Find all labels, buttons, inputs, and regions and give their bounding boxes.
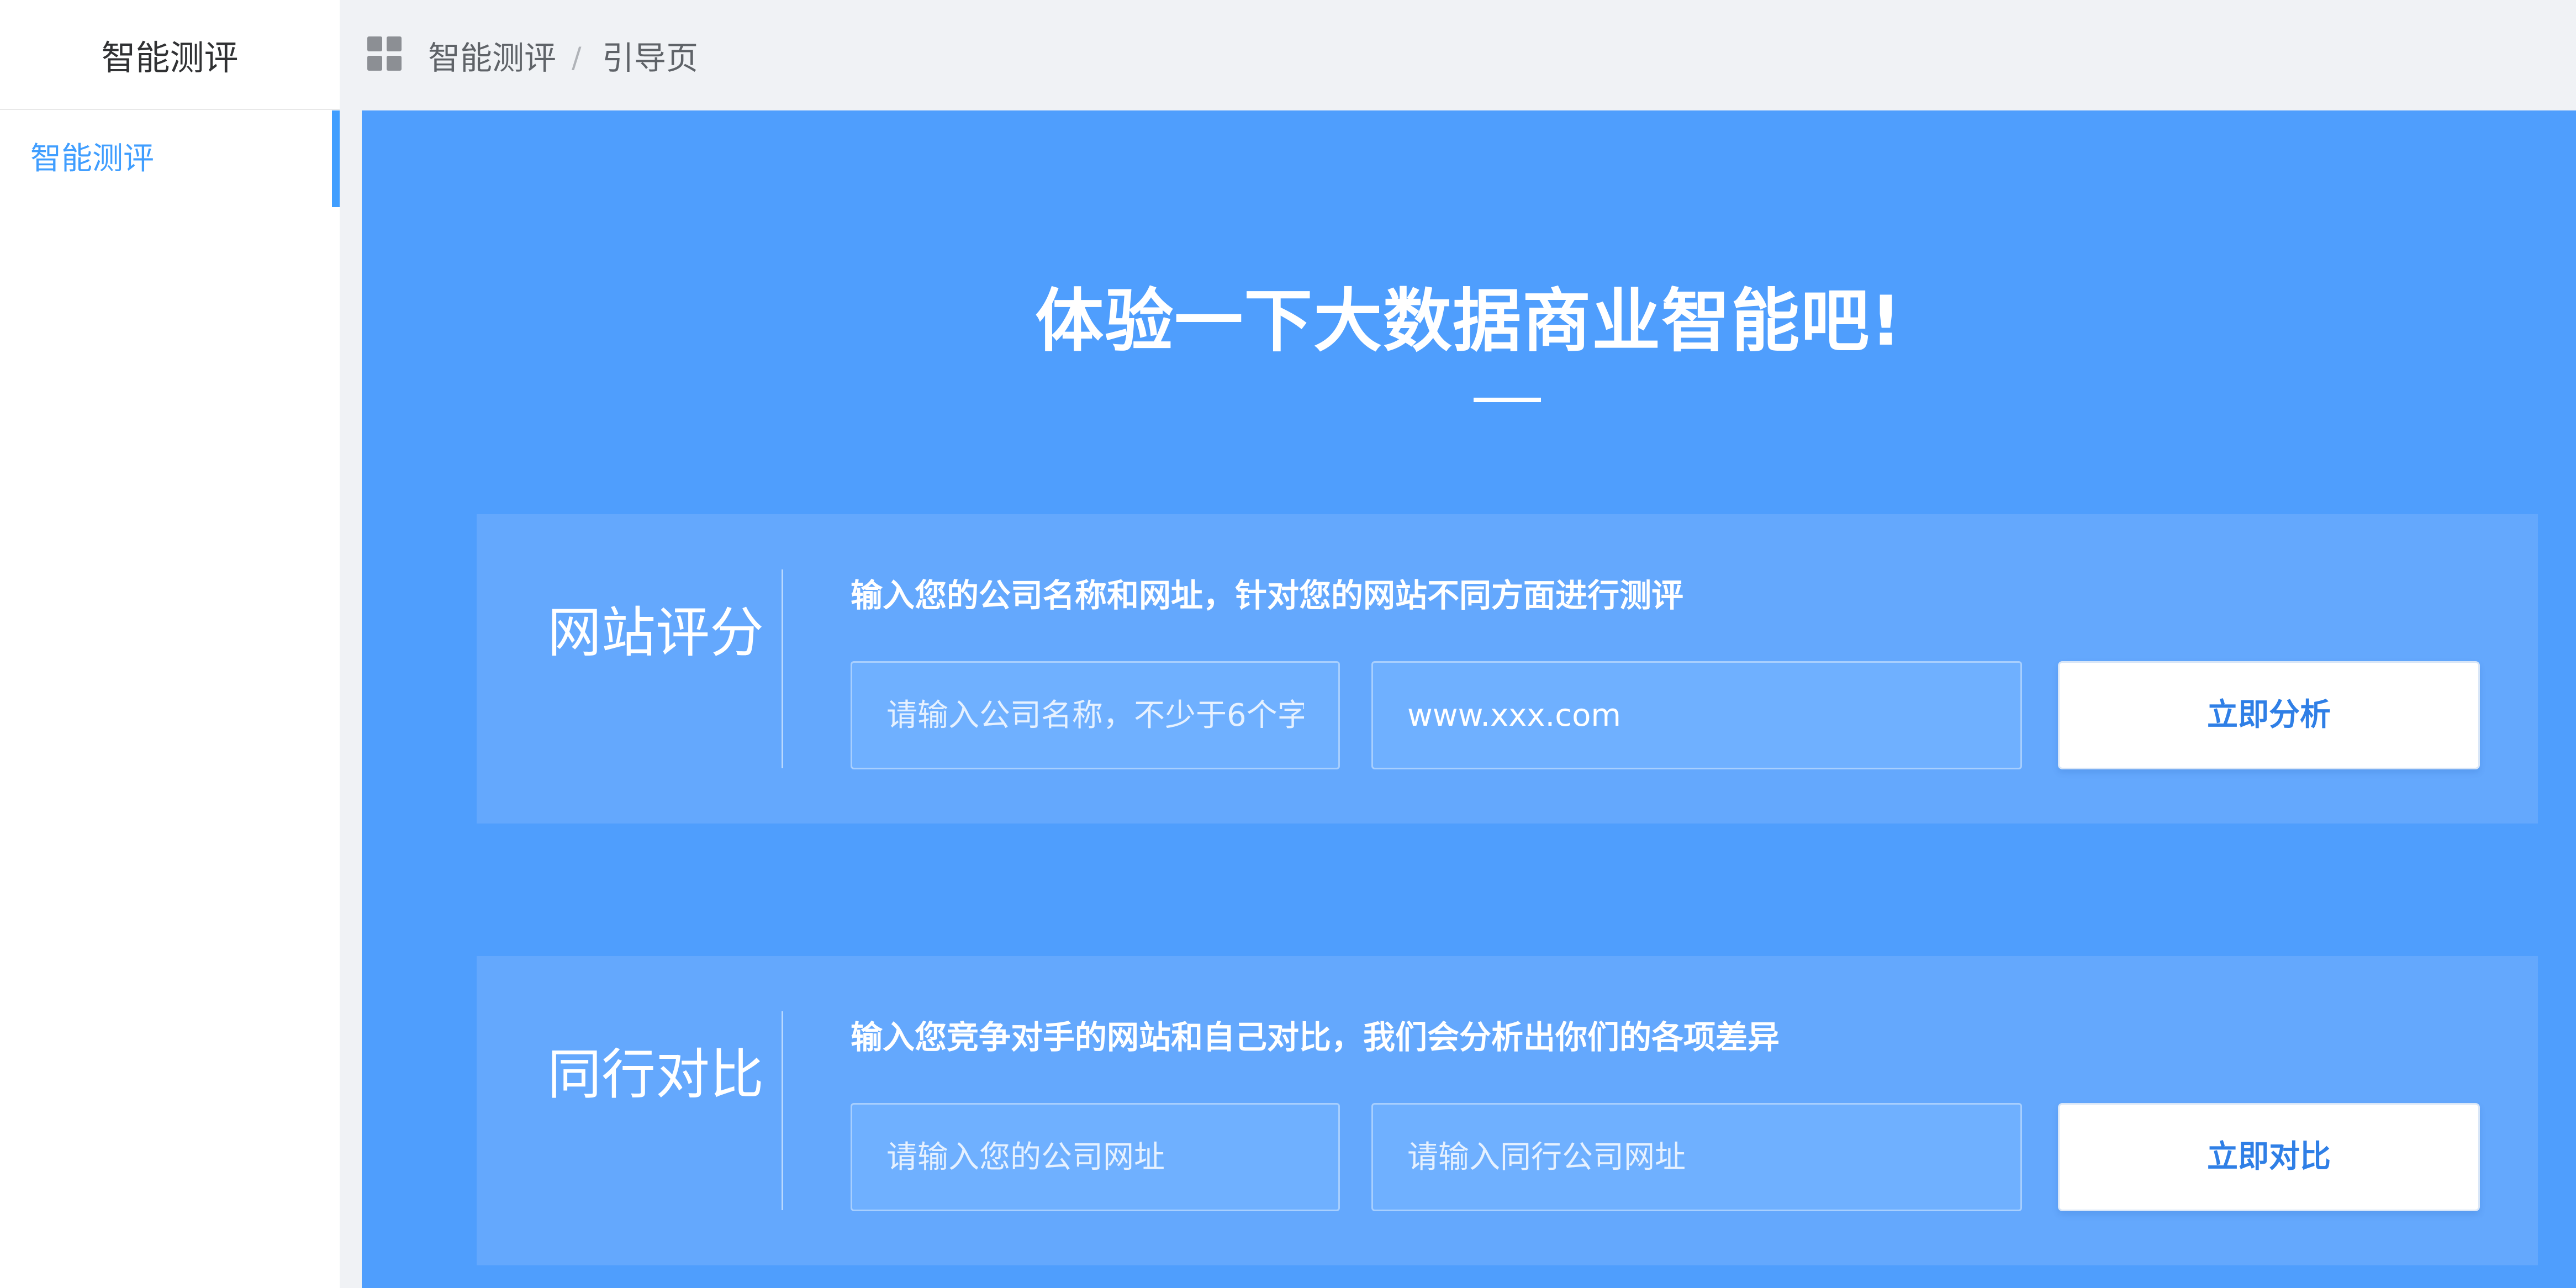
hero-underline xyxy=(1474,398,1541,402)
peer-compare-title: 同行对比 xyxy=(547,1043,764,1106)
grid-icon[interactable] xyxy=(367,36,402,71)
website-score-description: 输入您的公司名称和网址，针对您的网站不同方面进行测评 xyxy=(851,577,1684,614)
card-divider xyxy=(782,569,783,768)
sidebar-active-indicator xyxy=(332,110,340,207)
website-score-title: 网站评分 xyxy=(547,601,764,664)
analyze-now-button[interactable]: 立即分析 xyxy=(2058,661,2480,769)
peer-compare-description: 输入您竞争对手的网站和自己对比，我们会分析出你们的各项差异 xyxy=(851,1018,1780,1056)
website-score-card: 网站评分 输入您的公司名称和网址，针对您的网站不同方面进行测评 立即分析 xyxy=(477,514,2538,824)
own-url-input[interactable] xyxy=(851,1103,1340,1211)
website-url-input[interactable] xyxy=(1371,661,2022,769)
main-content: 体验一下大数据商业智能吧! 网站评分 输入您的公司名称和网址，针对您的网站不同方… xyxy=(362,110,2576,1288)
breadcrumb-item-guide-page: 引导页 xyxy=(602,39,699,77)
breadcrumb-separator: / xyxy=(572,41,582,75)
compare-now-button[interactable]: 立即对比 xyxy=(2058,1103,2480,1211)
header-bar: 智能测评 / 引导页 xyxy=(340,0,2576,110)
company-name-input[interactable] xyxy=(851,661,1340,769)
app-window: 智能测评 智能测评 智能测评 / 引导页 体验一下大数据商业智能吧! 网站评分 … xyxy=(0,0,2576,1288)
breadcrumb-item-smart-evaluation[interactable]: 智能测评 xyxy=(428,0,556,116)
peer-compare-card: 同行对比 输入您竞争对手的网站和自己对比，我们会分析出你们的各项差异 立即对比 xyxy=(477,956,2538,1265)
card-divider xyxy=(782,1011,783,1210)
peer-url-input[interactable] xyxy=(1371,1103,2022,1211)
sidebar-item-label: 智能测评 xyxy=(30,141,154,177)
hero-title: 体验一下大数据商业智能吧! xyxy=(1035,282,1903,361)
sidebar-title: 智能测评 xyxy=(0,0,340,110)
sidebar-item-smart-evaluation[interactable]: 智能测评 xyxy=(0,110,340,207)
sidebar: 智能测评 智能测评 xyxy=(0,0,340,1288)
